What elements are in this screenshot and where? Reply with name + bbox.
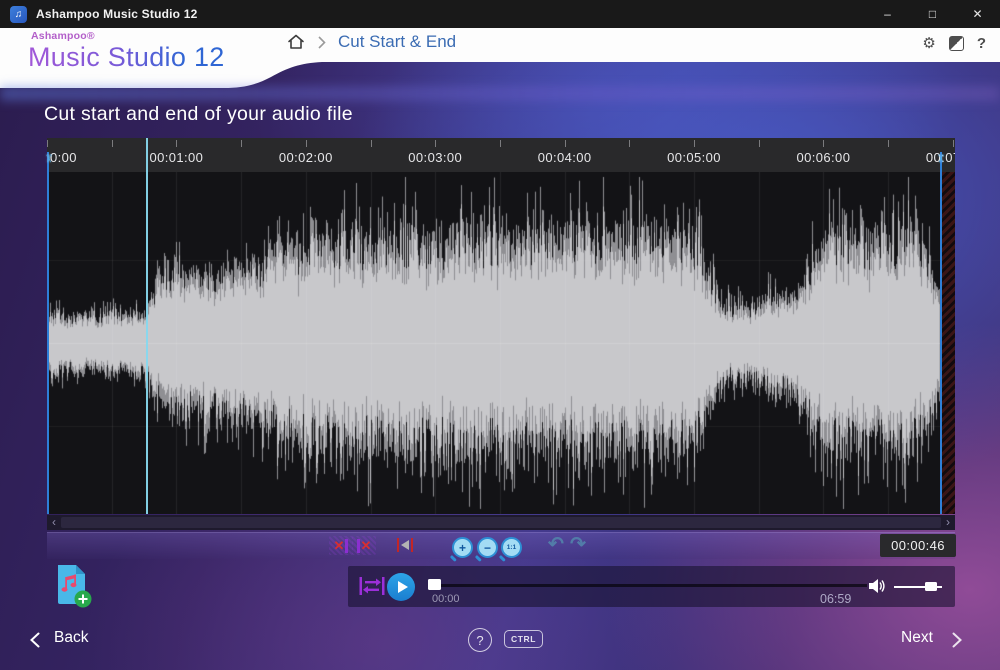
ruler-tick xyxy=(435,140,436,147)
ruler-tick xyxy=(823,140,824,147)
header-help-icon[interactable]: ? xyxy=(977,35,986,52)
loop-button[interactable] xyxy=(359,575,385,597)
background-highlight xyxy=(0,86,1000,101)
ruler-tick xyxy=(953,140,954,147)
home-icon[interactable] xyxy=(286,32,306,52)
minus-icon: − xyxy=(484,542,491,554)
ruler-tick xyxy=(759,140,760,147)
total-time: 06:59 xyxy=(820,592,851,606)
back-chevron-icon[interactable] xyxy=(30,632,40,648)
minimize-button[interactable]: – xyxy=(865,0,910,28)
ruler-tick xyxy=(47,140,48,147)
ruler-tick xyxy=(112,140,113,147)
feedback-icon[interactable] xyxy=(949,36,964,51)
breadcrumb-current: Cut Start & End xyxy=(338,32,456,52)
ruler-tick xyxy=(176,140,177,147)
trimmed-region xyxy=(942,172,955,514)
volume-handle[interactable] xyxy=(925,582,937,591)
brand-line1: Ashampoo® xyxy=(31,31,225,42)
settings-gear-icon[interactable]: ⚙ xyxy=(922,36,935,51)
maximize-button[interactable]: □ xyxy=(910,0,955,28)
ruler-tick xyxy=(241,140,242,147)
zoom-out-button[interactable]: − xyxy=(477,537,498,558)
start-scissors-icon[interactable]: ✂ xyxy=(42,154,53,163)
window-title: Ashampoo Music Studio 12 xyxy=(36,7,198,21)
next-chevron-icon[interactable] xyxy=(952,632,962,648)
play-button[interactable] xyxy=(387,573,415,601)
scroll-right-arrow[interactable]: › xyxy=(941,515,955,530)
ruler-label: 00:06:00 xyxy=(797,150,851,165)
breadcrumb-chevron-icon xyxy=(318,36,326,49)
page-title: Cut start and end of your audio file xyxy=(44,103,353,126)
app-icon: ♫ xyxy=(10,6,27,23)
delete-before-marker-button[interactable]: ✕ xyxy=(329,536,353,555)
seek-handle[interactable] xyxy=(428,579,441,590)
next-button[interactable]: Next xyxy=(901,629,933,647)
position-time-display: 00:00:46 xyxy=(880,534,956,557)
time-ruler[interactable]: 0:0000:01:0000:02:0000:03:0000:04:0000:0… xyxy=(47,138,955,172)
ctrl-shortcut-badge[interactable]: CTRL xyxy=(504,630,543,648)
play-triangle-icon xyxy=(398,581,408,593)
player-bar: 00:00 06:59 xyxy=(348,566,955,607)
range-triangle-icon xyxy=(401,540,409,550)
scroll-left-arrow[interactable]: ‹ xyxy=(47,515,61,530)
brand-version: 12 xyxy=(194,42,225,72)
ruler-label: 00:01:00 xyxy=(149,150,203,165)
back-button[interactable]: Back xyxy=(54,629,88,647)
ruler-label: 00:04:00 xyxy=(538,150,592,165)
waveform-panel[interactable] xyxy=(47,172,955,514)
waveform-canvas[interactable] xyxy=(47,172,955,514)
undo-button[interactable]: ↶ xyxy=(548,533,564,556)
cut-end-marker[interactable] xyxy=(940,152,942,514)
brand-logo: Ashampoo® Music Studio 12 xyxy=(28,31,225,71)
breadcrumb: Cut Start & End xyxy=(286,32,456,52)
ruler-tick xyxy=(888,140,889,147)
close-button[interactable]: ✕ xyxy=(955,0,1000,28)
delete-x-icon: ✕ xyxy=(334,539,345,552)
ruler-label: 00:05:00 xyxy=(667,150,721,165)
one-to-one-icon: 1:1 xyxy=(507,544,516,551)
cut-start-marker[interactable] xyxy=(47,152,49,514)
app-window: ♫ Ashampoo Music Studio 12 – □ ✕ Ashampo… xyxy=(0,0,1000,670)
zoom-in-button[interactable]: + xyxy=(452,537,473,558)
seek-track[interactable] xyxy=(430,584,867,587)
help-button[interactable]: ? xyxy=(468,628,492,652)
marker-bar-icon xyxy=(345,539,348,553)
ruler-tick xyxy=(500,140,501,147)
marker-bar-icon xyxy=(357,539,360,553)
range-bar-icon xyxy=(397,538,399,552)
window-titlebar: ♫ Ashampoo Music Studio 12 – □ ✕ xyxy=(0,0,1000,28)
ruler-label: 00:03:00 xyxy=(408,150,462,165)
delete-after-marker-button[interactable]: ✕ xyxy=(352,536,376,555)
ruler-tick xyxy=(371,140,372,147)
redo-button[interactable]: ↷ xyxy=(570,533,586,556)
zoom-original-button[interactable]: 1:1 xyxy=(501,537,522,558)
ruler-tick xyxy=(306,140,307,147)
volume-icon[interactable] xyxy=(869,578,886,594)
elapsed-time: 00:00 xyxy=(432,593,460,605)
ruler-tick xyxy=(565,140,566,147)
delete-x-icon: ✕ xyxy=(361,539,372,552)
add-music-file-button[interactable] xyxy=(52,563,94,610)
playback-range-button[interactable] xyxy=(397,538,413,552)
plus-icon: + xyxy=(459,542,466,554)
playhead[interactable] xyxy=(146,138,148,514)
waveform-scrollbar[interactable]: ‹ › xyxy=(47,515,955,530)
ruler-tick xyxy=(629,140,630,147)
ruler-label: 00:02:00 xyxy=(279,150,333,165)
ruler-tick xyxy=(694,140,695,147)
end-scissors-icon[interactable]: ✂ xyxy=(934,154,945,163)
scrollbar-thumb[interactable] xyxy=(61,517,941,528)
range-bar-icon xyxy=(411,538,413,552)
brand-line2: Music Studio 12 xyxy=(28,44,225,71)
